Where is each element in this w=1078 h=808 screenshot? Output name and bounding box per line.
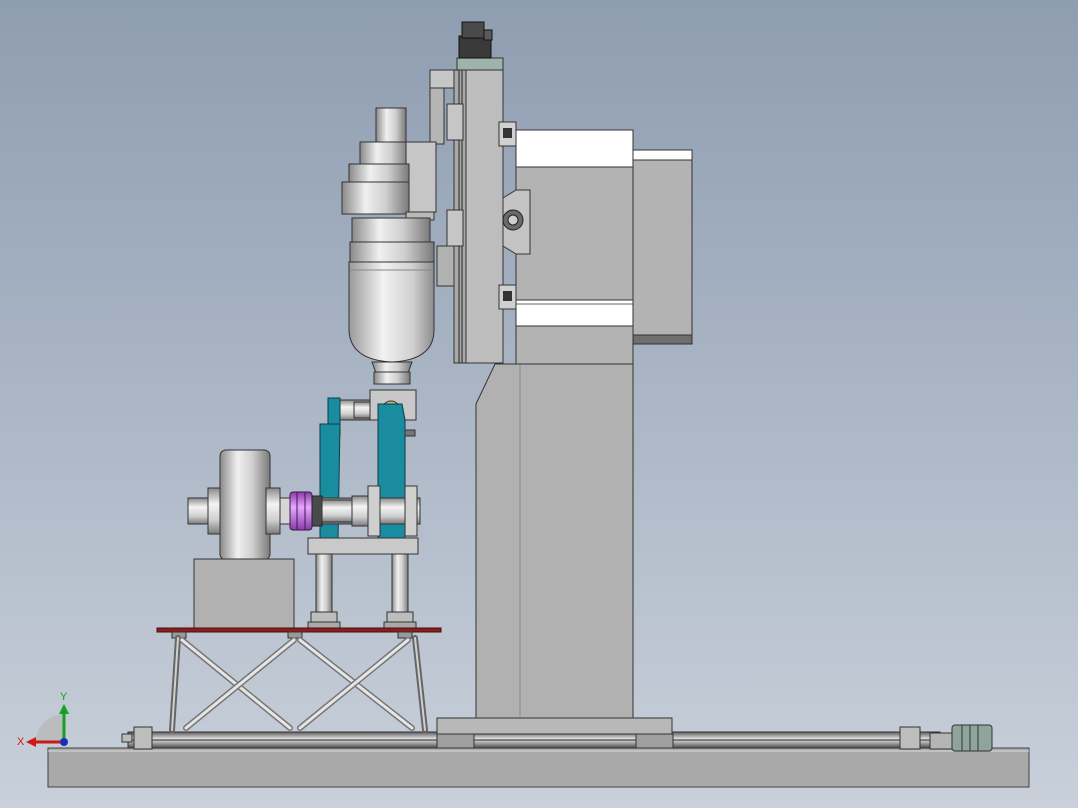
side-housing <box>632 149 693 345</box>
ballscrew-nut-housing <box>502 189 531 255</box>
guide-block-upper <box>498 121 517 147</box>
load-box <box>193 558 295 630</box>
coordinate-triad: Y X <box>17 691 69 748</box>
guide-block-lower <box>498 284 517 310</box>
top-servo-motor <box>456 21 504 71</box>
machine-assembly-drawing: Y X <box>17 21 1030 788</box>
triad-plane-icon <box>36 714 64 742</box>
z-axis-arrow-icon <box>60 738 68 746</box>
rail-drive-motor <box>929 724 993 752</box>
stewart-platform-top <box>156 627 442 639</box>
cad-viewport[interactable]: Y X <box>0 0 1078 808</box>
spindle-motor <box>341 107 437 385</box>
vertical-slide-plate <box>429 69 531 364</box>
hexapod-legs <box>169 635 428 733</box>
shaft-support-table <box>307 537 419 629</box>
base-plate <box>47 747 1030 788</box>
x-axis-label: X <box>17 736 25 748</box>
y-axis-label: Y <box>60 691 68 703</box>
